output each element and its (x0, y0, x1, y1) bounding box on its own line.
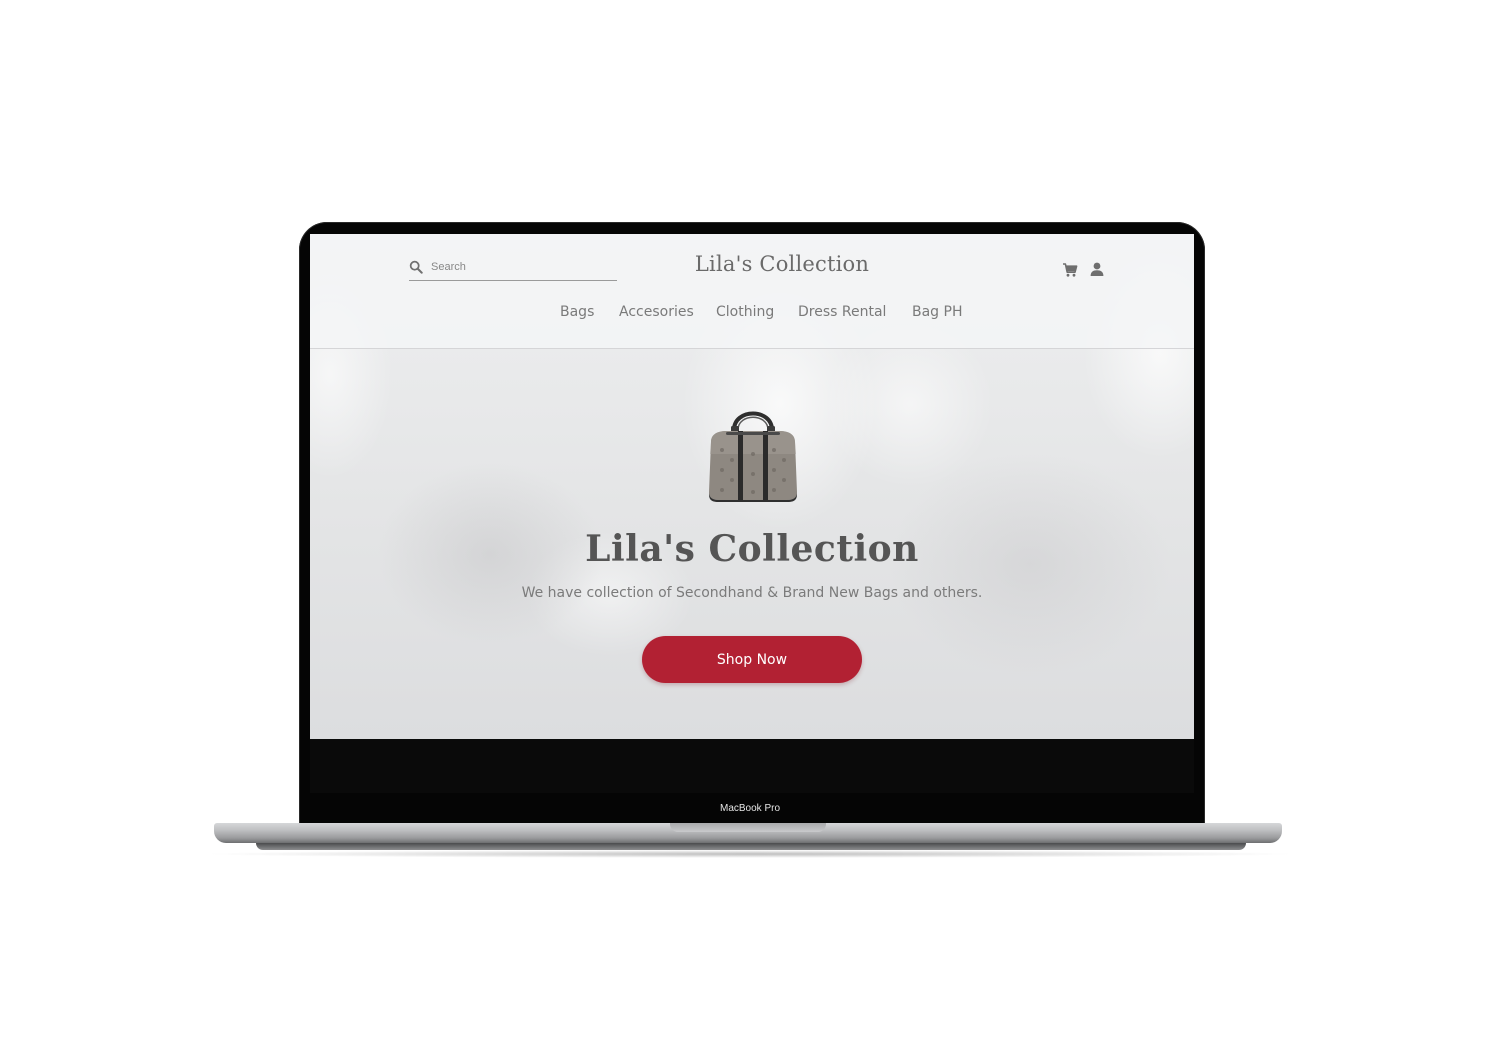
cart-icon[interactable] (1062, 262, 1078, 278)
nav-item-bag-ph[interactable]: Bag PH (912, 304, 963, 320)
nav-item-dress-rental[interactable]: Dress Rental (798, 304, 886, 320)
laptop-base-underside (256, 843, 1246, 850)
search-bar[interactable] (409, 256, 617, 281)
laptop-shadow (200, 850, 1300, 858)
nav-item-clothing[interactable]: Clothing (716, 304, 774, 320)
laptop-open-notch (670, 823, 826, 832)
laptop-screen: Lila's Collection Bags Accesories Clothi… (310, 234, 1194, 739)
nav-item-bags[interactable]: Bags (560, 304, 594, 320)
search-input[interactable] (431, 258, 611, 276)
main-nav: Bags Accesories Clothing Dress Rental Ba… (310, 304, 1194, 328)
shop-now-button[interactable]: Shop Now (642, 636, 862, 683)
device-model-label: MacBook Pro (719, 803, 781, 814)
screen-bottom-bezel (310, 739, 1194, 793)
hero-title: Lila's Collection (585, 528, 919, 570)
handbag-image (709, 411, 797, 502)
mockup-stage: Lila's Collection Bags Accesories Clothi… (0, 0, 1500, 1038)
site-logo-text[interactable]: Lila's Collection (652, 252, 912, 276)
hero-subtitle: We have collection of Secondhand & Brand… (521, 585, 983, 601)
user-icon[interactable] (1089, 261, 1105, 277)
search-icon (409, 260, 423, 274)
nav-item-accesories[interactable]: Accesories (619, 304, 694, 320)
site-header: Lila's Collection Bags Accesories Clothi… (310, 234, 1194, 349)
